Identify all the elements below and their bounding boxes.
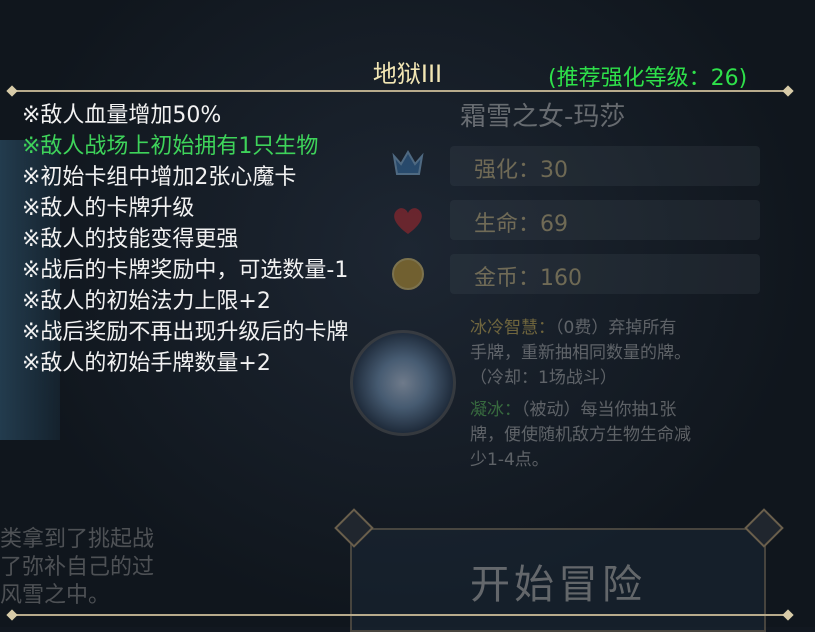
popup-top-divider	[10, 90, 790, 92]
recommended-level: (推荐强化等级：26)	[548, 66, 748, 91]
difficulty-modifier: ※初始卡组中增加2张心魔卡	[22, 165, 297, 190]
difficulty-modifier: ※敌人血量增加50%	[22, 103, 222, 128]
difficulty-modifier: ※战后的卡牌奖励中，可选数量-1	[22, 258, 349, 283]
difficulty-modifier: ※敌人战场上初始拥有1只生物	[22, 134, 319, 159]
difficulty-modifier: ※敌人的初始法力上限+2	[22, 289, 271, 314]
difficulty-modifier: ※敌人的卡牌升级	[22, 196, 195, 221]
divider-ornament	[6, 609, 18, 621]
difficulty-modifier: ※敌人的技能变得更强	[22, 227, 239, 252]
divider-ornament	[782, 609, 794, 621]
difficulty-modifier: ※战后奖励不再出现升级后的卡牌	[22, 320, 349, 345]
difficulty-popup: 地狱III (推荐强化等级：26) ※敌人血量增加50% ※敌人战场上初始拥有1只…	[0, 50, 815, 627]
popup-bottom-divider	[10, 614, 790, 616]
difficulty-modifier-list: ※敌人血量增加50% ※敌人战场上初始拥有1只生物 ※初始卡组中增加2张心魔卡 ※敌人…	[22, 100, 348, 379]
difficulty-modifier: ※敌人的初始手牌数量+2	[22, 351, 271, 376]
